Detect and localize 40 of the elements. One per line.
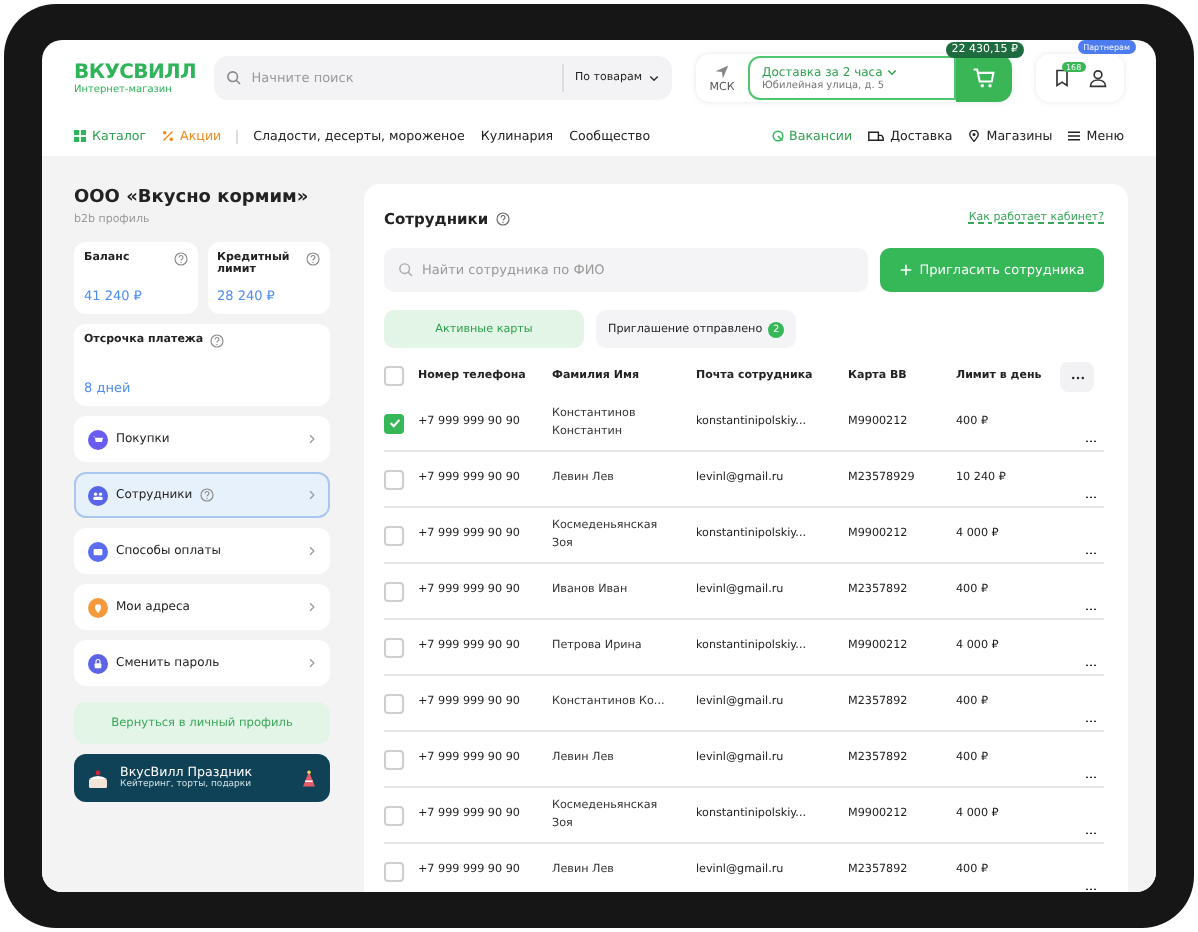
row-checkbox[interactable] xyxy=(384,693,404,713)
search-icon xyxy=(771,130,784,142)
chevron-down-icon xyxy=(648,72,660,84)
row-checkbox[interactable] xyxy=(384,413,404,433)
help-icon[interactable] xyxy=(496,211,511,225)
checkmark-icon xyxy=(387,416,401,430)
cart-icon xyxy=(972,66,996,90)
chevron-right-icon xyxy=(308,434,316,444)
row-checkbox[interactable] xyxy=(384,805,404,825)
help-icon[interactable] xyxy=(200,488,215,502)
chevron-right-icon xyxy=(308,546,316,556)
row-checkbox[interactable] xyxy=(384,469,404,489)
chevron-right-icon xyxy=(308,658,316,668)
row-checkbox[interactable] xyxy=(384,525,404,545)
cake-icon xyxy=(86,767,110,789)
row-checkbox[interactable] xyxy=(384,749,404,769)
pin-icon xyxy=(968,130,981,142)
location-arrow-icon xyxy=(714,63,730,79)
chevron-right-icon xyxy=(308,490,316,500)
bookmark-icon[interactable] xyxy=(1052,68,1072,88)
chevron-down-icon xyxy=(886,66,899,78)
party-hat-icon xyxy=(300,769,318,787)
select-all-checkbox[interactable] xyxy=(384,366,404,386)
help-icon[interactable] xyxy=(173,252,187,266)
row-checkbox[interactable] xyxy=(384,637,404,657)
company-name: ООО «Вкусно кормим» xyxy=(74,188,311,208)
row-checkbox[interactable] xyxy=(384,581,404,601)
menu-icon xyxy=(1068,130,1081,142)
truck-icon xyxy=(868,129,885,143)
chevron-right-icon xyxy=(308,602,316,612)
cart-button[interactable] xyxy=(956,54,1012,102)
help-icon[interactable] xyxy=(209,334,224,348)
plus-icon xyxy=(899,263,912,275)
row-checkbox[interactable] xyxy=(384,861,404,881)
percent-icon xyxy=(162,130,175,142)
search-icon xyxy=(398,262,414,278)
grid-icon xyxy=(74,130,86,142)
search-icon xyxy=(225,70,242,86)
user-icon[interactable] xyxy=(1088,68,1108,88)
help-icon[interactable] xyxy=(306,252,320,266)
